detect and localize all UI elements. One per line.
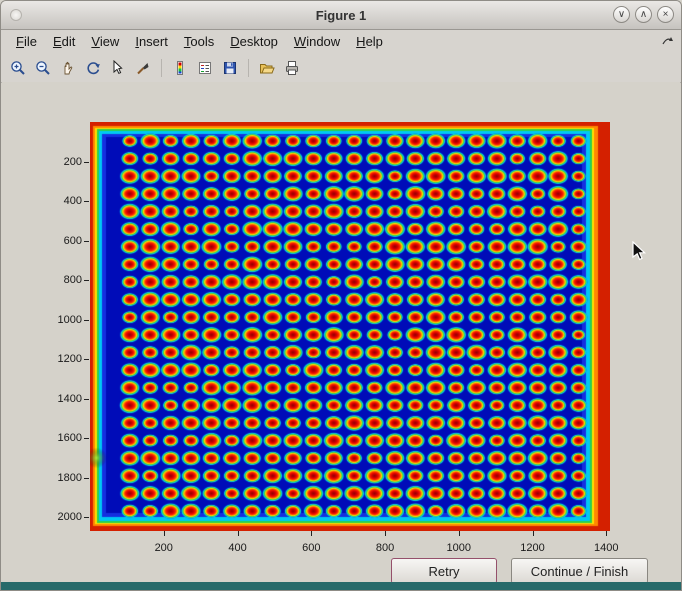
y-tick-mark [84,241,89,242]
printer-icon [284,60,300,76]
x-tick-label: 1400 [584,542,628,554]
rotate-icon [85,60,101,76]
menu-help[interactable]: Help [349,32,390,51]
insert-colorbar-button[interactable] [169,57,191,79]
brush-button[interactable] [132,57,154,79]
menu-file[interactable]: File [9,32,44,51]
titlebar: Figure 1 ∨ ∧ × [1,1,681,30]
toolbar-separator [161,59,162,77]
figure-window: Figure 1 ∨ ∧ × File Edit View Insert Too… [0,0,682,591]
y-tick-label: 1400 [38,392,82,406]
menubar: File Edit View Insert Tools Desktop Wind… [1,30,681,53]
y-tick-mark [84,320,89,321]
x-tick-mark [606,531,607,536]
print-button[interactable] [281,57,303,79]
rotate-3d-button[interactable] [82,57,104,79]
y-tick-mark [84,162,89,163]
y-tick-label: 1600 [38,431,82,445]
x-tick-mark [311,531,312,536]
y-tick-mark [84,359,89,360]
menu-overflow-icon[interactable] [662,34,674,49]
heatmap-image[interactable] [90,122,610,531]
window-bottom-edge [1,582,681,590]
zoom-out-icon [35,60,51,76]
zoom-out-button[interactable] [32,57,54,79]
y-tick-label: 600 [38,234,82,248]
data-cursor-icon [110,60,126,76]
maximize-button[interactable]: ∧ [635,6,652,23]
x-tick-mark [533,531,534,536]
y-tick-mark [84,517,89,518]
open-button[interactable] [256,57,278,79]
figure-canvas-area: 200 400 600 800 1000 1200 1400 1600 1800 2000 200 4… [2,82,680,582]
hand-icon [60,60,76,76]
y-tick-mark [84,399,89,400]
menu-view[interactable]: View [84,32,126,51]
save-button[interactable] [219,57,241,79]
legend-icon [197,60,213,76]
colorbar-icon [172,60,188,76]
x-tick-label: 1200 [511,542,555,554]
close-button[interactable]: × [657,6,674,23]
x-tick-label: 600 [289,542,333,554]
brush-icon [135,60,151,76]
menu-desktop[interactable]: Desktop [223,32,285,51]
y-tick-mark [84,438,89,439]
menu-tools[interactable]: Tools [177,32,221,51]
window-title: Figure 1 [1,8,681,23]
retry-button[interactable]: Retry [391,558,497,584]
toolbar [1,53,681,83]
menu-insert[interactable]: Insert [128,32,175,51]
menu-window[interactable]: Window [287,32,347,51]
y-tick-mark [84,478,89,479]
x-tick-label: 800 [363,542,407,554]
y-tick-mark [84,280,89,281]
window-controls: ∨ ∧ × [613,6,674,23]
x-tick-label: 400 [216,542,260,554]
continue-finish-button[interactable]: Continue / Finish [511,558,648,584]
x-tick-mark [459,531,460,536]
minimize-button[interactable]: ∨ [613,6,630,23]
y-tick-label: 800 [38,273,82,287]
y-tick-label: 200 [38,155,82,169]
x-tick-mark [385,531,386,536]
y-tick-label: 1800 [38,471,82,485]
x-tick-label: 200 [142,542,186,554]
pan-button[interactable] [57,57,79,79]
save-icon [222,60,238,76]
axes: 2004006008001000120014001600180020002004… [90,122,610,531]
y-tick-mark [84,201,89,202]
menu-edit[interactable]: Edit [46,32,82,51]
y-tick-label: 1000 [38,313,82,327]
x-tick-label: 1000 [437,542,481,554]
y-tick-label: 400 [38,194,82,208]
zoom-in-icon [10,60,26,76]
insert-legend-button[interactable] [194,57,216,79]
y-tick-label: 2000 [38,510,82,524]
y-tick-label: 1200 [38,352,82,366]
zoom-in-button[interactable] [7,57,29,79]
toolbar-separator [248,59,249,77]
x-tick-mark [238,531,239,536]
folder-open-icon [259,60,275,76]
data-cursor-button[interactable] [107,57,129,79]
x-tick-mark [164,531,165,536]
